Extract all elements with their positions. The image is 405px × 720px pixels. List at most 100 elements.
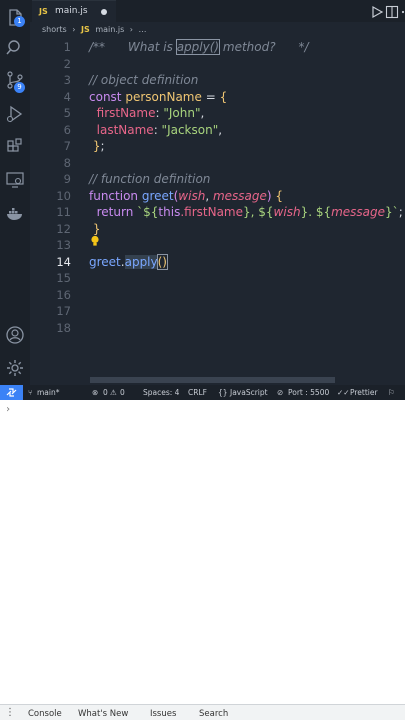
indentation-status[interactable]: Spaces: 4 — [143, 388, 179, 397]
code-token: What is — [105, 40, 177, 54]
code-line[interactable]: 4 const personName = { — [30, 89, 405, 106]
tab-issues[interactable]: Issues — [150, 709, 176, 719]
line-number: 7 — [63, 139, 71, 153]
code-line[interactable]: 3 // object definition — [30, 72, 405, 89]
breadcrumb: shorts › JS main.js › … — [42, 25, 150, 37]
more-actions-icon[interactable] — [400, 4, 405, 18]
code-token: const — [89, 89, 126, 104]
run-debug-icon[interactable] — [5, 104, 25, 124]
code-line[interactable]: 7 }; — [30, 138, 405, 155]
code-line[interactable]: 12 } — [30, 221, 405, 238]
code-token: `${ — [137, 205, 159, 219]
code-line[interactable]: 15 — [30, 270, 405, 287]
line-number: 18 — [56, 320, 71, 335]
line-number: 5 — [63, 106, 71, 120]
code-line[interactable]: 5 firstName: "John", — [30, 105, 405, 122]
code-line[interactable]: 8 — [30, 155, 405, 172]
breadcrumb-file[interactable]: main.js — [95, 25, 124, 34]
code-text[interactable]: // function definition — [89, 171, 210, 188]
code-text[interactable]: // object definition — [89, 72, 198, 89]
account-icon[interactable] — [5, 325, 25, 345]
code-token: }` — [385, 205, 399, 219]
code-line[interactable]: 16 — [30, 287, 405, 304]
code-editor[interactable]: 1 /** What is apply() method? */ 2 3 // obje… — [30, 37, 405, 377]
code-line[interactable]: 14 greet.apply() — [30, 253, 405, 271]
code-text[interactable]: greet.apply() — [89, 253, 169, 271]
code-text[interactable]: function greet(wish, message) { — [89, 188, 283, 205]
code-text[interactable]: return `${this.firstName}, ${wish}. ${me… — [89, 204, 403, 221]
line-number: 13 — [56, 238, 71, 252]
warning-count[interactable]: 0 — [120, 388, 125, 397]
run-file-icon[interactable] — [370, 4, 384, 19]
code-line[interactable]: 11 return `${this.firstName}, ${wish}. $… — [30, 204, 405, 221]
remote-explorer-icon[interactable] — [5, 170, 25, 190]
notifications-icon[interactable]: ⚐ — [388, 388, 395, 397]
docker-icon[interactable] — [5, 203, 25, 223]
tab-label: main.js — [55, 6, 88, 16]
code-token: } — [89, 139, 101, 153]
error-count[interactable]: 0 — [103, 388, 108, 397]
code-token: }. ${ — [300, 205, 332, 219]
branch-status[interactable]: main* — [37, 388, 60, 397]
devtools-drawer-tabs: ⋮ Console What's New Issues Search — [0, 704, 405, 720]
code-token: "Jackson" — [161, 122, 219, 137]
code-token: // object definition — [89, 73, 199, 87]
javascript-file-icon: JS — [39, 7, 48, 16]
line-number: 12 — [56, 221, 71, 236]
code-line[interactable]: 6 lastName: "Jackson", — [30, 122, 405, 139]
code-token: : — [153, 122, 162, 137]
code-token: ; — [100, 139, 105, 153]
branch-icon: ⑂ — [28, 388, 33, 397]
code-text[interactable]: /** What is apply() method? */ — [89, 39, 309, 56]
code-token: // function definition — [89, 172, 211, 186]
code-line[interactable]: 1 /** What is apply() method? */ — [30, 39, 405, 56]
breadcrumb-symbol[interactable]: … — [139, 25, 147, 34]
code-text[interactable]: }; — [89, 138, 105, 155]
code-text[interactable]: } — [89, 221, 101, 238]
code-token: lastName — [89, 122, 154, 137]
extensions-icon[interactable] — [5, 137, 25, 157]
console-prompt[interactable]: › — [5, 404, 11, 415]
code-line[interactable]: 13 — [30, 237, 405, 254]
editor-tab-bar: JS main.js — [30, 0, 405, 22]
tab-console[interactable]: Console — [28, 709, 62, 719]
code-line[interactable]: 17 — [30, 303, 405, 320]
code-text[interactable]: const personName = { — [89, 89, 227, 106]
drawer-menu-icon[interactable]: ⋮ — [5, 707, 15, 718]
code-line[interactable]: 18 — [30, 320, 405, 337]
console-panel[interactable]: › — [0, 400, 405, 704]
horizontal-scrollbar[interactable] — [90, 377, 335, 383]
unsaved-dot-icon[interactable] — [101, 9, 107, 15]
language-mode[interactable]: JavaScript — [230, 388, 268, 397]
code-line[interactable]: 10 function greet(wish, message) { — [30, 188, 405, 205]
line-number: 3 — [63, 73, 71, 87]
code-text[interactable]: firstName: "John", — [89, 105, 205, 122]
prettier-status[interactable]: Prettier — [350, 388, 378, 397]
code-token: message — [331, 205, 386, 219]
line-ending-status[interactable]: CRLF — [188, 388, 207, 397]
breadcrumb-folder[interactable]: shorts — [42, 25, 67, 34]
line-number: 15 — [56, 271, 71, 285]
split-editor-icon[interactable] — [385, 4, 399, 19]
code-line[interactable]: 9 // function definition — [30, 171, 405, 188]
code-token: this — [158, 205, 181, 219]
tab-whats-new[interactable]: What's New — [78, 709, 128, 719]
line-number: 16 — [56, 287, 71, 302]
javascript-file-icon: JS — [81, 25, 90, 34]
search-icon[interactable] — [5, 38, 25, 58]
explorer-badge: 1 — [14, 16, 25, 27]
tab-main-js[interactable]: JS main.js — [32, 0, 116, 22]
line-number: 6 — [63, 122, 71, 137]
activity-bar: 1 9 — [0, 0, 30, 385]
line-number: 8 — [63, 155, 71, 170]
line-number: 1 — [63, 40, 71, 54]
code-line[interactable]: 2 — [30, 56, 405, 73]
code-text[interactable]: lastName: "Jackson", — [89, 122, 222, 139]
code-token: firstName — [89, 106, 156, 120]
tab-search[interactable]: Search — [199, 709, 228, 719]
live-server-port[interactable]: Port : 5500 — [288, 388, 329, 397]
line-number: 17 — [56, 304, 71, 318]
settings-gear-icon[interactable] — [5, 358, 25, 378]
remote-indicator-button[interactable] — [0, 385, 23, 400]
code-token: () — [156, 253, 169, 270]
